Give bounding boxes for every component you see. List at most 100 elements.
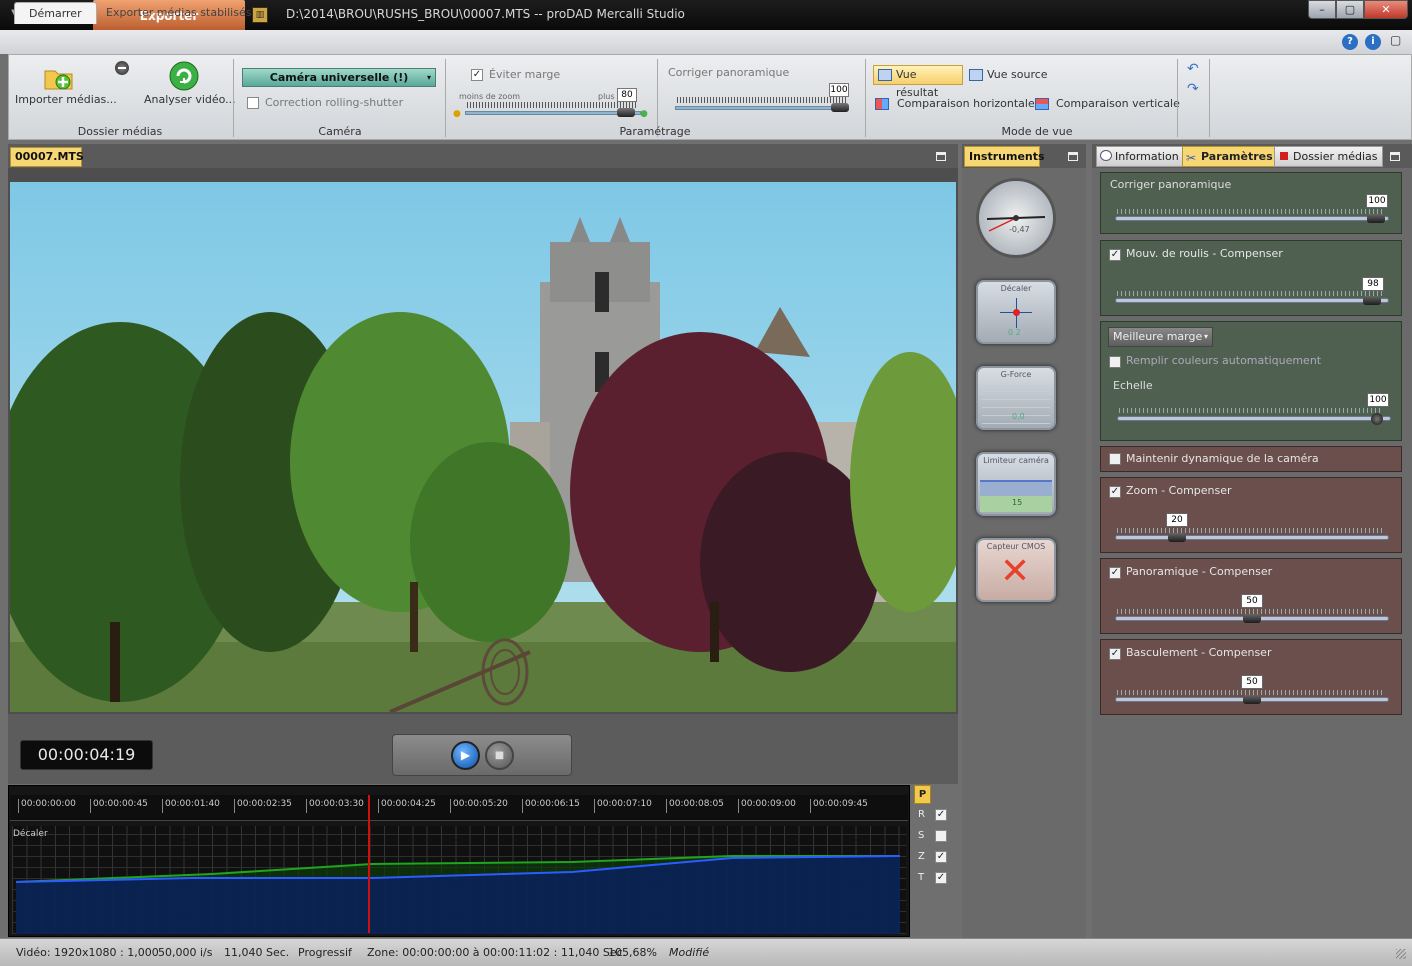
minimize-button[interactable]: – bbox=[1308, 0, 1336, 19]
import-media-button[interactable]: Importer médias... bbox=[15, 93, 117, 106]
bascul-slider-thumb[interactable] bbox=[1243, 695, 1261, 704]
corriger-label: Corriger panoramique bbox=[1110, 178, 1232, 191]
ribbon-tab-row bbox=[0, 30, 1412, 54]
import-media-icon[interactable] bbox=[43, 65, 75, 91]
motion-curves bbox=[15, 855, 901, 934]
info-icon[interactable]: i bbox=[1365, 34, 1381, 50]
ribbon-separator bbox=[865, 59, 866, 137]
maximize-pane-icon[interactable] bbox=[1068, 152, 1078, 161]
rolling-shutter-checkbox[interactable] bbox=[247, 97, 259, 109]
undo-icon[interactable]: ↶ bbox=[1187, 61, 1199, 77]
tab-instruments[interactable]: Instruments bbox=[964, 146, 1045, 167]
video-preview[interactable] bbox=[10, 182, 956, 712]
close-button[interactable]: ✕ bbox=[1364, 0, 1408, 19]
echelle-slider[interactable] bbox=[1117, 416, 1391, 421]
chevron-down-icon: ▾ bbox=[426, 73, 431, 82]
zoom-slider-track[interactable] bbox=[465, 111, 641, 115]
zoom-value: 20 bbox=[1166, 513, 1188, 527]
channel-r-checkbox[interactable]: ✓ bbox=[935, 809, 947, 821]
timeline-tick: 00:00:08:05 bbox=[666, 799, 724, 813]
timeline-tick: 00:00:06:15 bbox=[522, 799, 580, 813]
tab-parametres-label: Paramètres bbox=[1201, 150, 1273, 163]
remplir-label: Remplir couleurs automatiquement bbox=[1126, 354, 1322, 367]
tab-exporter-medias[interactable]: Exporter médias stabilisés bbox=[92, 2, 265, 24]
analyze-video-button[interactable]: Analyser vidéo... bbox=[144, 93, 236, 106]
gauge-label: Décaler bbox=[1000, 284, 1032, 293]
corriger-slider-thumb[interactable] bbox=[1367, 214, 1385, 223]
maintenir-checkbox[interactable] bbox=[1109, 453, 1121, 465]
horizontal-compare-icon bbox=[875, 98, 889, 110]
limiter-value: 15 bbox=[1012, 498, 1023, 507]
echelle-label: Echelle bbox=[1113, 379, 1153, 392]
ok-icon: ● bbox=[640, 109, 648, 119]
p-button[interactable]: P bbox=[914, 785, 931, 804]
zoom-label: Zoom - Compenser bbox=[1126, 484, 1232, 497]
stop-button[interactable]: ■ bbox=[485, 741, 514, 770]
maintenir-label: Maintenir dynamique de la caméra bbox=[1126, 452, 1319, 465]
channel-z-checkbox[interactable]: ✓ bbox=[935, 851, 947, 863]
resize-grip[interactable] bbox=[1396, 949, 1406, 959]
echelle-slider-thumb[interactable] bbox=[1371, 413, 1383, 425]
tab-parametres[interactable]: ✂ Paramètres bbox=[1182, 146, 1278, 167]
analyze-video-icon[interactable] bbox=[169, 61, 199, 91]
status-bar: Vidéo: 1920x1080 : 1,000 50,000 i/s 11,0… bbox=[0, 938, 1412, 966]
timeline-tick: 00:00:00:00 bbox=[18, 799, 76, 813]
pano-slider-thumb[interactable] bbox=[1243, 614, 1261, 623]
ribbon-separator bbox=[1209, 59, 1210, 137]
comparaison-horizontale-button[interactable]: Comparaison horizontale bbox=[897, 97, 1035, 110]
zoom-slider[interactable] bbox=[1115, 535, 1389, 540]
shift-gauge: Décaler 0 2 bbox=[976, 280, 1056, 344]
gforce-gauge: G-Force 0,0 bbox=[976, 366, 1056, 430]
roulis-checkbox[interactable]: ✓ bbox=[1109, 249, 1121, 261]
maximize-pane-icon[interactable] bbox=[936, 152, 946, 161]
ribbon-separator bbox=[233, 59, 234, 137]
roulis-slider[interactable] bbox=[1115, 298, 1389, 303]
tab-demarrer[interactable]: Démarrer bbox=[14, 2, 97, 24]
marge-select[interactable]: Meilleure marge ▾ bbox=[1108, 327, 1213, 347]
play-button[interactable]: ▶ bbox=[451, 741, 480, 770]
zoom-less-label: moins de zoom bbox=[459, 92, 521, 101]
maximize-button[interactable]: ▢ bbox=[1336, 0, 1364, 19]
redo-icon[interactable]: ↷ bbox=[1187, 81, 1199, 97]
roulis-panel: ✓ Mouv. de roulis - Compenser 98 bbox=[1100, 240, 1402, 316]
zoom-checkbox[interactable]: ✓ bbox=[1109, 486, 1121, 498]
vue-source-button[interactable]: Vue source bbox=[987, 68, 1048, 81]
zoom-slider-thumb[interactable] bbox=[617, 108, 635, 117]
comparaison-verticale-button[interactable]: Comparaison verticale bbox=[1056, 97, 1180, 110]
channel-s-checkbox[interactable] bbox=[935, 830, 947, 842]
ribbon-separator bbox=[1177, 59, 1178, 137]
timeline-tick: 00:00:03:30 bbox=[306, 799, 364, 813]
corriger-slider-thumb[interactable] bbox=[831, 103, 849, 112]
pano-checkbox[interactable]: ✓ bbox=[1109, 567, 1121, 579]
zoom-slider-thumb[interactable] bbox=[1168, 533, 1186, 542]
gforce-value: 0,0 bbox=[1012, 412, 1025, 421]
corriger-slider-track[interactable] bbox=[675, 106, 849, 110]
motion-graph[interactable] bbox=[12, 826, 906, 934]
gauge-label: Capteur CMOS bbox=[986, 542, 1046, 551]
ribbon-collapse-icon[interactable]: ▢ bbox=[1390, 33, 1401, 47]
timeline-tick: 00:00:05:20 bbox=[450, 799, 508, 813]
remove-icon[interactable] bbox=[115, 61, 129, 75]
channel-t-checkbox[interactable]: ✓ bbox=[935, 872, 947, 884]
tab-information[interactable]: Information bbox=[1096, 146, 1184, 167]
camera-select[interactable]: Caméra universelle (!) ▾ bbox=[242, 68, 436, 87]
timeline-ruler[interactable]: 00:00:00:00 00:00:00:45 00:00:01:40 00:0… bbox=[10, 795, 908, 821]
help-icon[interactable]: ? bbox=[1342, 34, 1358, 50]
vue-resultat-button[interactable]: Vue résultat bbox=[873, 65, 963, 99]
tab-dossier-medias[interactable]: Dossier médias bbox=[1274, 146, 1383, 167]
remplir-checkbox[interactable] bbox=[1109, 356, 1121, 368]
file-tab[interactable]: 00007.MTS bbox=[10, 147, 84, 167]
status-fps: 50,000 i/s bbox=[158, 946, 213, 959]
bascul-checkbox[interactable]: ✓ bbox=[1109, 648, 1121, 660]
playhead[interactable] bbox=[368, 795, 370, 933]
tab-dossier-medias-label: Dossier médias bbox=[1293, 150, 1378, 163]
camera-select-value: Caméra universelle (!) bbox=[269, 71, 409, 84]
eviter-marge-checkbox[interactable]: ✓ bbox=[471, 69, 483, 81]
vue-resultat-label: Vue résultat bbox=[896, 68, 939, 99]
status-zone: Zone: 00:00:00:00 à 00:00:11:02 : 11,040… bbox=[367, 946, 627, 959]
roulis-slider-thumb[interactable] bbox=[1363, 296, 1381, 305]
maintenir-panel: Maintenir dynamique de la caméra bbox=[1100, 446, 1402, 472]
maximize-pane-icon[interactable] bbox=[1390, 152, 1400, 161]
corriger-slider[interactable] bbox=[1115, 216, 1389, 221]
status-scan: Progressif bbox=[298, 946, 352, 959]
